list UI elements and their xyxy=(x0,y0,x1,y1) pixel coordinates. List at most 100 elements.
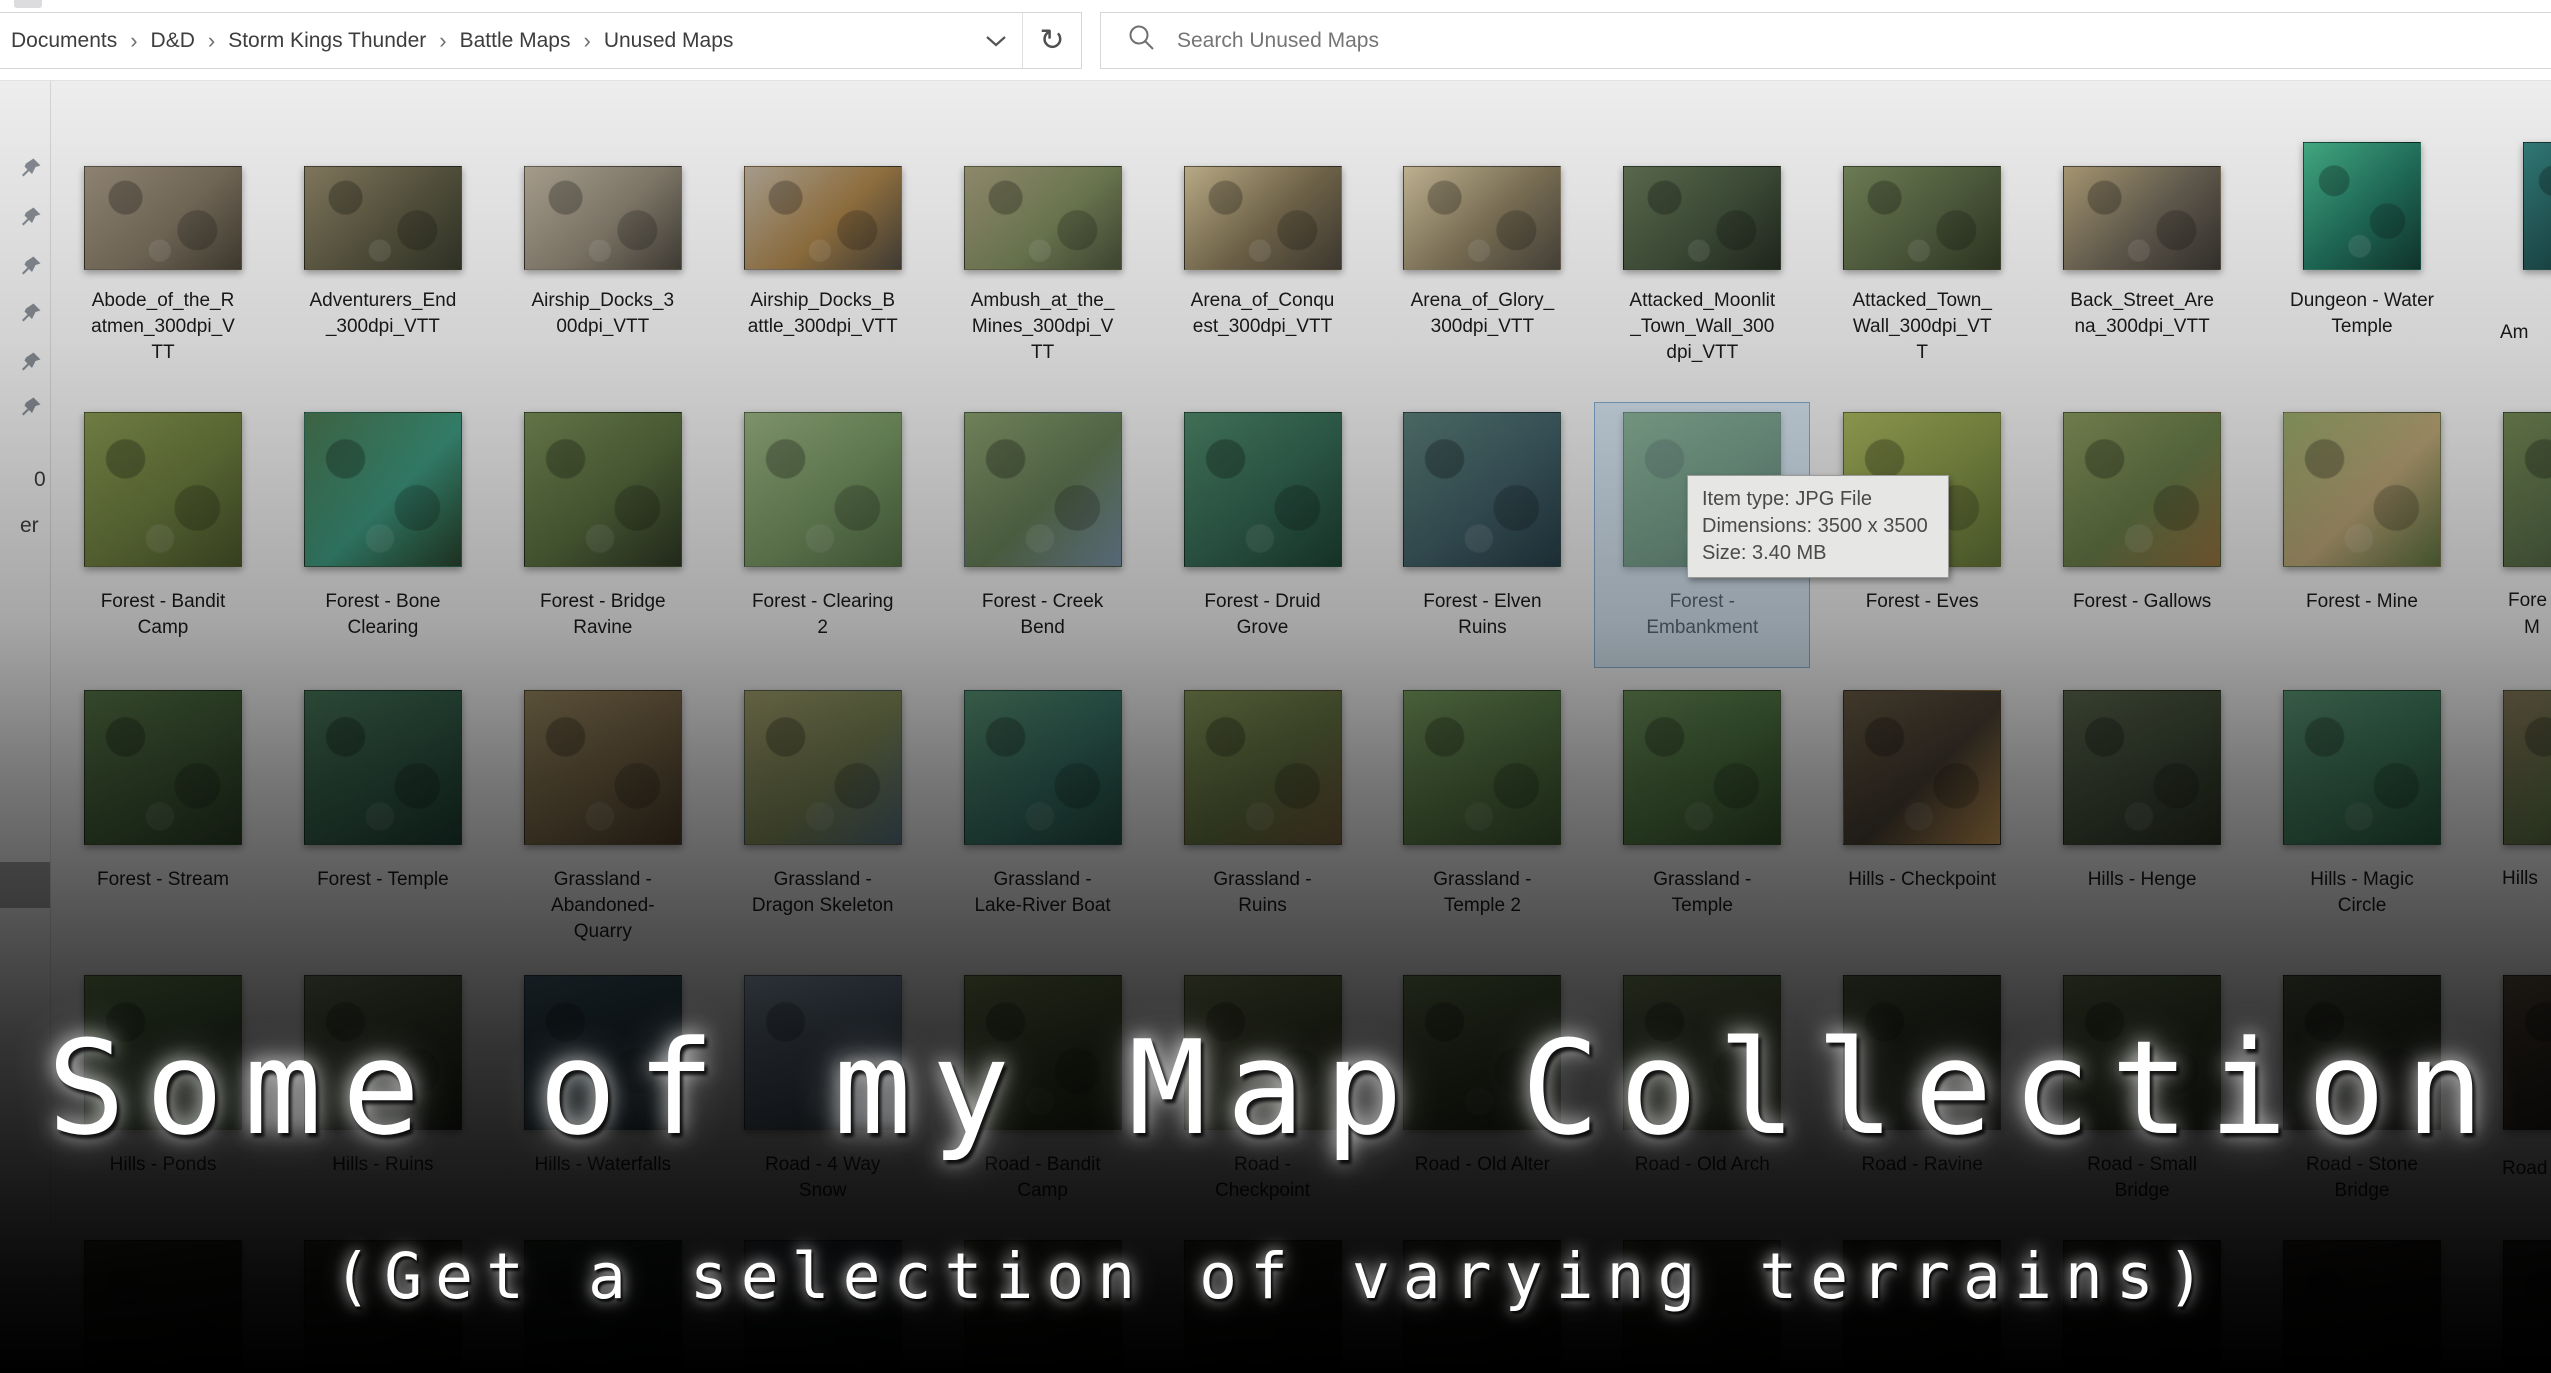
file-item[interactable]: Forest - Druid Grove xyxy=(1153,412,1373,567)
file-item[interactable]: Forest - Elven Ruins xyxy=(1372,412,1592,567)
map-thumbnail xyxy=(2283,412,2441,567)
sidebar-fragment[interactable]: er xyxy=(20,514,39,538)
file-item[interactable]: Hills - Magic Circle xyxy=(2252,690,2472,845)
poster-title: Some of my Map Collection xyxy=(0,1012,2551,1164)
file-label: Arena_of_Conquest_300dpi_VTT xyxy=(1188,288,1338,340)
file-item[interactable]: Airship_Docks_300dpi_VTT xyxy=(493,163,713,270)
search-icon xyxy=(1127,23,1157,58)
file-item[interactable]: Back_Street_Arena_300dpi_VTT xyxy=(2032,163,2252,270)
tooltip-line: Size: 3.40 MB xyxy=(1702,540,1934,567)
map-thumbnail xyxy=(964,412,1122,567)
file-label: Airship_Docks_300dpi_VTT xyxy=(528,288,678,340)
breadcrumb-item[interactable]: Storm Kings Thunder xyxy=(228,29,426,53)
map-thumbnail xyxy=(2503,690,2551,845)
file-item[interactable]: Grassland - Dragon Skeleton xyxy=(713,690,933,845)
file-label: Grassland - Dragon Skeleton xyxy=(748,867,898,919)
map-thumbnail xyxy=(1184,690,1342,845)
file-item[interactable]: Forest - Clearing 2 xyxy=(713,412,933,567)
file-label: M xyxy=(2524,617,2540,639)
file-item[interactable]: Attacked_Moonlit_Town_Wall_300dpi_VTT xyxy=(1592,163,1812,270)
file-label: Am xyxy=(2500,322,2529,344)
file-label: Grassland - Lake-River Boat xyxy=(968,867,1118,919)
nav-pane-divider xyxy=(50,81,51,1373)
file-item[interactable] xyxy=(2472,163,2551,270)
map-thumbnail xyxy=(84,166,242,270)
map-thumbnail xyxy=(1843,690,2001,845)
file-item[interactable]: Forest - Bandit Camp xyxy=(53,412,273,567)
pin-icon[interactable] xyxy=(20,157,44,181)
chevron-down-icon[interactable] xyxy=(984,34,1008,48)
map-thumbnail xyxy=(524,412,682,567)
file-item[interactable]: Forest - Bridge Ravine xyxy=(493,412,713,567)
file-label: Forest - Bandit Camp xyxy=(88,589,238,641)
file-label: Forest - Clearing 2 xyxy=(748,589,898,641)
pin-icon[interactable] xyxy=(20,302,44,326)
file-label: Forest - Gallows xyxy=(2067,589,2217,615)
file-label: Hills - Magic Circle xyxy=(2287,867,2437,919)
breadcrumb-item[interactable]: D&D xyxy=(151,29,195,53)
file-item[interactable]: Airship_Docks_Battle_300dpi_VTT xyxy=(713,163,933,270)
file-item[interactable]: Arena_of_Conquest_300dpi_VTT xyxy=(1153,163,1373,270)
file-item[interactable]: Grassland - Lake-River Boat xyxy=(933,690,1153,845)
search-box[interactable] xyxy=(1100,12,2551,69)
file-item[interactable]: Forest - Creek Bend xyxy=(933,412,1153,567)
search-input[interactable] xyxy=(1175,28,1779,54)
file-item[interactable]: Forest - Bone Clearing xyxy=(273,412,493,567)
pin-icon[interactable] xyxy=(20,255,44,279)
pin-icon[interactable] xyxy=(20,396,44,420)
file-item[interactable]: Forest - Mine xyxy=(2252,412,2472,567)
file-item[interactable]: Attacked_Town_Wall_300dpi_VTT xyxy=(1812,163,2032,270)
file-item[interactable]: Hills - Henge xyxy=(2032,690,2252,845)
map-thumbnail xyxy=(2303,142,2421,270)
map-thumbnail xyxy=(2063,690,2221,845)
map-thumbnail xyxy=(1403,412,1561,567)
file-item[interactable]: Hills - Checkpoint xyxy=(1812,690,2032,845)
breadcrumb-item[interactable]: Documents xyxy=(11,29,117,53)
map-thumbnail xyxy=(2503,412,2551,567)
file-label: Forest - Embankment xyxy=(1627,589,1777,641)
file-item[interactable]: Forest - Stream xyxy=(53,690,273,845)
map-thumbnail xyxy=(304,690,462,845)
file-grid-area: Abode_of_the_Ratmen_300dpi_VTTAdventurer… xyxy=(0,81,2551,1373)
breadcrumb-separator: › xyxy=(439,30,446,52)
file-label: Fore xyxy=(2508,590,2547,612)
sidebar-selected-strip[interactable] xyxy=(0,862,50,908)
file-item[interactable]: Forest - Temple xyxy=(273,690,493,845)
sidebar-fragment[interactable]: 0 xyxy=(34,468,46,492)
file-label: Forest - Druid Grove xyxy=(1188,589,1338,641)
file-label: Forest - Elven Ruins xyxy=(1407,589,1557,641)
file-item[interactable]: Grassland - Abandoned-Quarry xyxy=(493,690,713,845)
map-thumbnail xyxy=(744,412,902,567)
pin-icon[interactable] xyxy=(20,351,44,375)
file-item[interactable]: Dungeon - Water Temple xyxy=(2252,163,2472,270)
file-label: Forest - Bridge Ravine xyxy=(528,589,678,641)
map-thumbnail xyxy=(304,412,462,567)
map-thumbnail xyxy=(964,166,1122,270)
address-bar[interactable]: Documents›D&D›Storm Kings Thunder›Battle… xyxy=(0,12,1082,69)
file-item[interactable]: Adventurers_End_300dpi_VTT xyxy=(273,163,493,270)
map-thumbnail xyxy=(84,690,242,845)
file-item[interactable]: Grassland - Ruins xyxy=(1153,690,1373,845)
refresh-button[interactable]: ↻ xyxy=(1023,13,1081,68)
map-thumbnail xyxy=(1184,412,1342,567)
file-item[interactable] xyxy=(2472,412,2551,567)
file-label: Back_Street_Arena_300dpi_VTT xyxy=(2067,288,2217,340)
map-thumbnail xyxy=(84,412,242,567)
file-item[interactable]: Grassland - Temple xyxy=(1592,690,1812,845)
map-thumbnail xyxy=(1623,166,1781,270)
file-item[interactable]: Arena_of_Glory_300dpi_VTT xyxy=(1372,163,1592,270)
file-item[interactable] xyxy=(2472,690,2551,845)
tooltip-line: Dimensions: 3500 x 3500 xyxy=(1702,513,1934,540)
pin-icon[interactable] xyxy=(20,206,44,230)
file-item[interactable]: Ambush_at_the_Mines_300dpi_VTT xyxy=(933,163,1153,270)
tab-remnant xyxy=(14,0,42,8)
file-item[interactable]: Forest - Gallows xyxy=(2032,412,2252,567)
file-label: Grassland - Ruins xyxy=(1188,867,1338,919)
breadcrumb-item[interactable]: Unused Maps xyxy=(604,29,734,53)
breadcrumb-item[interactable]: Battle Maps xyxy=(460,29,571,53)
file-item[interactable]: Abode_of_the_Ratmen_300dpi_VTT xyxy=(53,163,273,270)
breadcrumb-separator: › xyxy=(130,30,137,52)
map-thumbnail xyxy=(524,690,682,845)
file-label: Forest - Temple xyxy=(308,867,458,893)
file-item[interactable]: Grassland - Temple 2 xyxy=(1372,690,1592,845)
